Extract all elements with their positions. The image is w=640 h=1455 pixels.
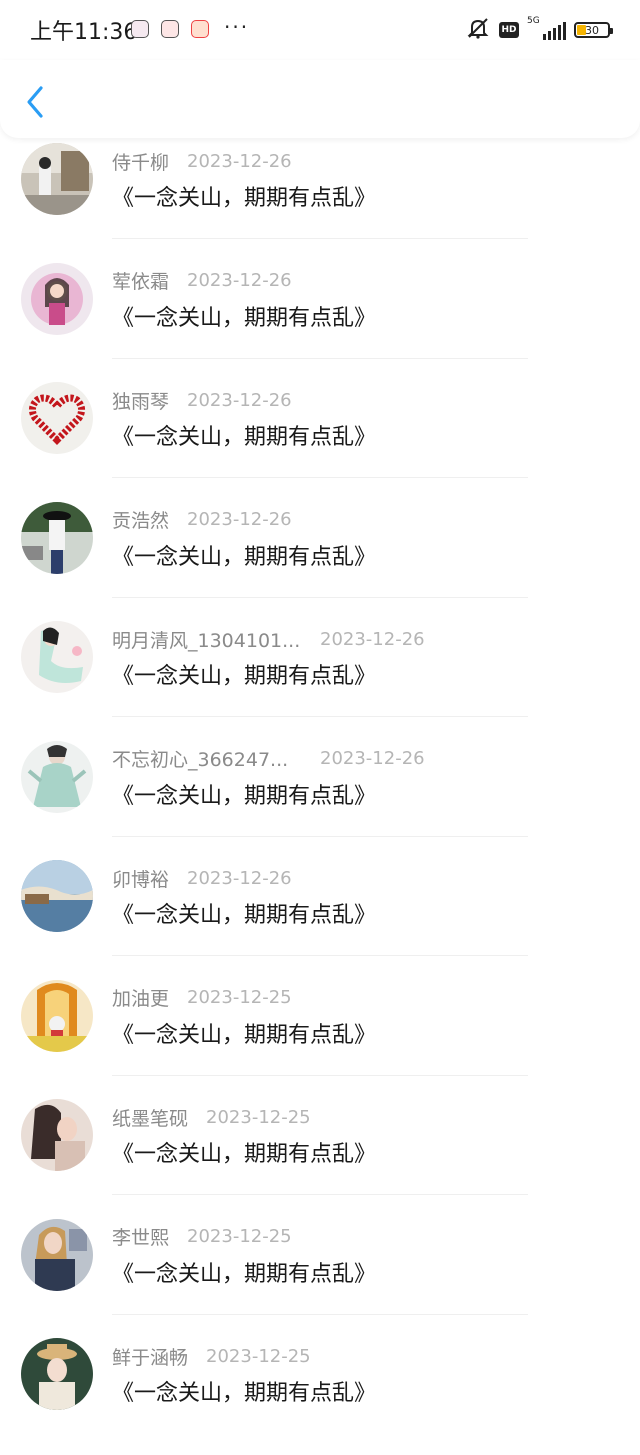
- comment-text: 《一念关山，期期有点乱》: [112, 1142, 377, 1167]
- battery-icon: 30: [574, 22, 613, 38]
- avatar[interactable]: [21, 860, 93, 932]
- comment-text: 《一念关山，期期有点乱》: [112, 305, 377, 331]
- divider: [112, 596, 528, 598]
- avatar[interactable]: [21, 1218, 93, 1291]
- list-item[interactable]: 纸墨笔砚 2023-12-25 《一念关山，期期有点乱》: [0, 1096, 640, 1216]
- signal-icon: 5G: [527, 16, 566, 40]
- app-notification-icon: [191, 20, 209, 38]
- username[interactable]: 纸墨笔砚: [112, 1104, 188, 1131]
- username[interactable]: 贡浩然: [112, 506, 169, 533]
- comment-text: 《一念关山，期期有点乱》: [112, 783, 377, 809]
- list-item[interactable]: 侍千柳 2023-12-26 《一念关山，期期有点乱》: [0, 140, 640, 260]
- chevron-left-icon: [27, 86, 43, 118]
- divider: [112, 357, 528, 359]
- divider: [112, 1313, 528, 1315]
- username[interactable]: 明月清风_1304101...: [112, 626, 302, 653]
- avatar[interactable]: [21, 621, 93, 693]
- comment-date: 2023-12-26: [187, 270, 292, 291]
- list-item[interactable]: 不忘初心_366247... 2023-12-26 《一念关山，期期有点乱》: [0, 738, 640, 858]
- comment-date: 2023-12-26: [320, 628, 425, 650]
- username[interactable]: 卯博裕: [112, 865, 169, 892]
- app-notification-icon: [131, 20, 149, 38]
- comment-date: 2023-12-26: [187, 509, 292, 530]
- comment-date: 2023-12-26: [320, 748, 425, 769]
- avatar[interactable]: [21, 501, 93, 574]
- divider: [112, 1074, 528, 1076]
- back-button[interactable]: [18, 82, 52, 122]
- username[interactable]: 不忘初心_366247...: [112, 745, 302, 772]
- list-item[interactable]: 鲜于涵畅 2023-12-25 《一念关山，期期有点乱》: [0, 1335, 640, 1455]
- comment-text: 《一念关山，期期有点乱》: [112, 1261, 377, 1287]
- network-type: 5G: [527, 16, 540, 26]
- username[interactable]: 鲜于涵畅: [112, 1343, 188, 1370]
- avatar[interactable]: [21, 382, 93, 454]
- list-item[interactable]: 李世熙 2023-12-25 《一念关山，期期有点乱》: [0, 1216, 640, 1336]
- avatar[interactable]: [21, 979, 93, 1052]
- comment-date: 2023-12-26: [187, 867, 292, 889]
- divider: [112, 716, 528, 717]
- comment-text: 《一念关山，期期有点乱》: [112, 1381, 377, 1406]
- list-item[interactable]: 贡浩然 2023-12-26 《一念关山，期期有点乱》: [0, 499, 640, 619]
- comment-date: 2023-12-25: [206, 1345, 311, 1367]
- status-bar: 上午11:36 ··· HD 5G 30: [0, 0, 640, 60]
- divider: [112, 1194, 528, 1195]
- divider: [112, 238, 528, 239]
- list-item[interactable]: 明月清风_1304101... 2023-12-26 《一念关山，期期有点乱》: [0, 618, 640, 738]
- list-item[interactable]: 卯博裕 2023-12-26 《一念关山，期期有点乱》: [0, 857, 640, 977]
- comment-text: 《一念关山，期期有点乱》: [112, 664, 377, 689]
- mute-icon: [465, 17, 491, 43]
- comment-date: 2023-12-25: [187, 987, 292, 1008]
- comment-text: 《一念关山，期期有点乱》: [112, 1022, 377, 1048]
- list-item[interactable]: 荤依霜 2023-12-26 《一念关山，期期有点乱》: [0, 260, 640, 380]
- system-indicators: HD 5G 30: [465, 16, 613, 43]
- comment-date: 2023-12-25: [206, 1106, 311, 1128]
- nav-header: [0, 60, 640, 138]
- list-item[interactable]: 独雨琴 2023-12-26 《一念关山，期期有点乱》: [0, 379, 640, 499]
- username[interactable]: 李世熙: [112, 1223, 169, 1250]
- more-notifications-icon: ···: [224, 15, 250, 39]
- avatar[interactable]: [21, 262, 93, 335]
- username[interactable]: 荤依霜: [112, 267, 169, 294]
- divider: [112, 955, 528, 956]
- hd-badge: HD: [499, 22, 519, 38]
- comment-date: 2023-12-25: [187, 1226, 292, 1247]
- divider: [112, 477, 528, 478]
- comment-text: 《一念关山，期期有点乱》: [112, 425, 377, 450]
- comment-text: 《一念关山，期期有点乱》: [112, 544, 377, 570]
- username[interactable]: 加油更: [112, 984, 169, 1011]
- username[interactable]: 侍千柳: [112, 148, 169, 175]
- avatar[interactable]: [21, 143, 93, 215]
- avatar[interactable]: [21, 1099, 93, 1171]
- list-item[interactable]: 加油更 2023-12-25 《一念关山，期期有点乱》: [0, 977, 640, 1097]
- username[interactable]: 独雨琴: [112, 387, 169, 414]
- avatar[interactable]: [21, 1338, 93, 1410]
- app-notification-icon: [161, 20, 179, 38]
- comment-text: 《一念关山，期期有点乱》: [112, 186, 377, 211]
- comment-list: 侍千柳 2023-12-26 《一念关山，期期有点乱》 荤依霜 2023-12-…: [0, 140, 640, 1455]
- comment-text: 《一念关山，期期有点乱》: [112, 903, 377, 928]
- comment-date: 2023-12-26: [187, 389, 292, 411]
- comment-date: 2023-12-26: [187, 150, 292, 172]
- divider: [112, 835, 528, 837]
- clock: 上午11:36: [30, 20, 138, 45]
- avatar[interactable]: [21, 740, 93, 813]
